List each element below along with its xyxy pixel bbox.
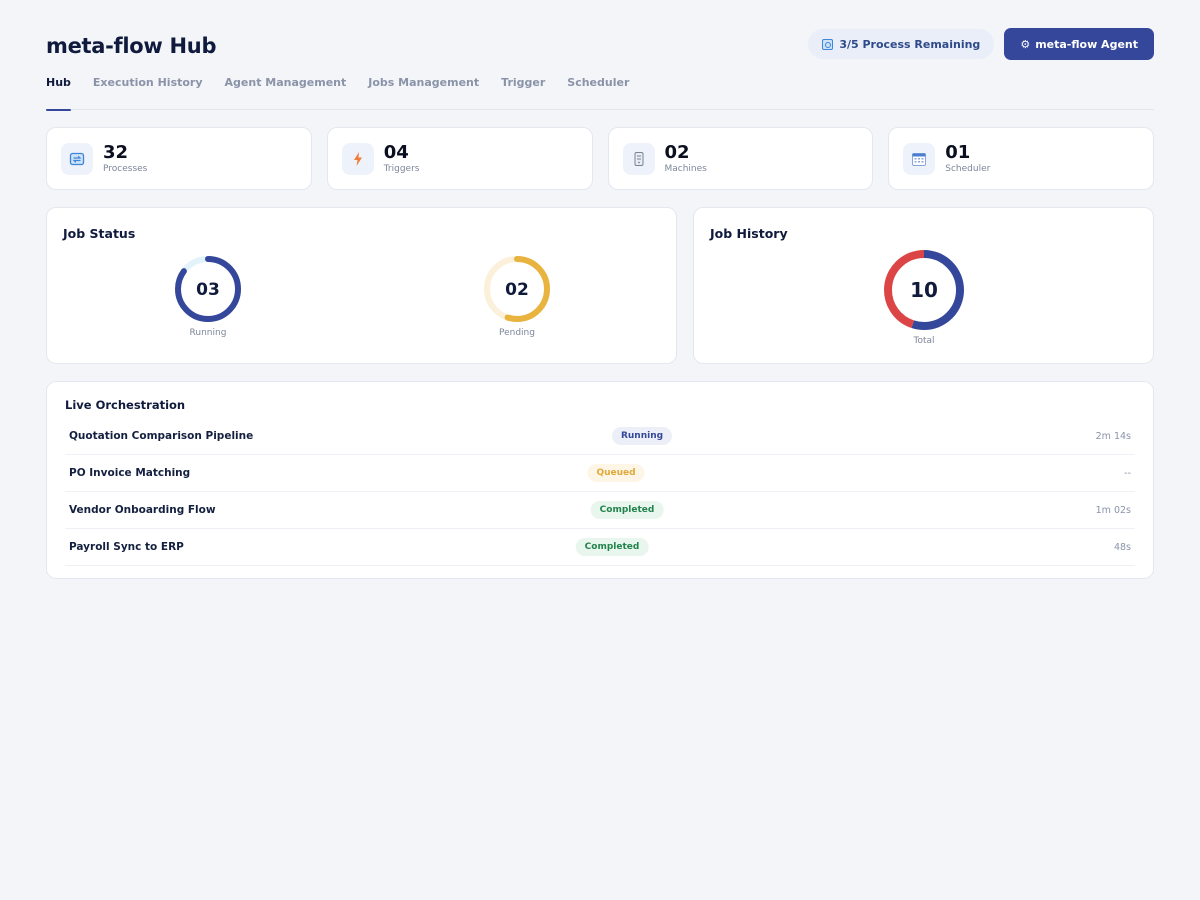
pending-count: 02 [505, 280, 529, 300]
pending-donut: 02 Pending [482, 254, 552, 338]
header: meta-flow Hub 3/5 Process Remaining ⚙ me… [46, 28, 1154, 60]
orchestration-row[interactable]: Payroll Sync to ERP Completed 48s [65, 529, 1135, 566]
stat-label: Machines [664, 164, 707, 174]
stat-value: 32 [103, 142, 129, 163]
running-donut: 03 Running [173, 254, 243, 338]
tab-agent-management[interactable]: Agent Management [225, 74, 347, 110]
orchestration-row[interactable]: PO Invoice Matching Queued -- [65, 455, 1135, 492]
pending-donut-chart: 02 [484, 256, 550, 322]
server-icon [622, 142, 655, 175]
lightning-icon [341, 142, 374, 175]
panel-title: Job Status [63, 226, 136, 241]
calendar-icon [903, 142, 936, 175]
elapsed-time: 1m 02s [1095, 504, 1131, 516]
stat-card-machines[interactable]: 02 Machines [607, 127, 874, 190]
stat-value: 01 [945, 142, 971, 163]
running-label: Running [189, 328, 227, 338]
orchestration-row[interactable]: Quotation Comparison Pipeline Running 2m… [65, 418, 1135, 455]
history-label: Total [913, 336, 935, 346]
pending-label: Pending [499, 328, 535, 338]
orchestration-list: Quotation Comparison Pipeline Running 2m… [65, 418, 1135, 566]
job-history-panel: Job History 10 Total [693, 207, 1154, 364]
gear-icon: ⚙ [1020, 37, 1031, 51]
status-badge: Completed [575, 538, 649, 556]
history-total: 10 [910, 278, 938, 302]
panel-title: Job History [710, 226, 788, 241]
job-name: Payroll Sync to ERP [69, 541, 184, 553]
elapsed-time: 48s [1113, 541, 1131, 553]
tab-trigger[interactable]: Trigger [501, 74, 545, 110]
status-badge: Queued [587, 464, 645, 482]
stat-card-scheduler[interactable]: 01 Scheduler [888, 127, 1154, 190]
job-name: Vendor Onboarding Flow [69, 504, 216, 516]
stat-value: 02 [664, 142, 690, 163]
history-donut: 10 Total [882, 248, 966, 346]
elapsed-time: -- [1124, 467, 1131, 479]
tab-scheduler[interactable]: Scheduler [567, 74, 629, 110]
history-donut-chart: 10 [884, 250, 964, 330]
running-donut-chart: 03 [175, 256, 241, 322]
stat-label: Scheduler [945, 164, 991, 174]
status-badge: Running [611, 427, 673, 445]
orchestration-row[interactable]: Vendor Onboarding Flow Completed 1m 02s [65, 492, 1135, 529]
stat-card-triggers[interactable]: 04 Triggers [326, 127, 593, 190]
process-quota-badge: 3/5 Process Remaining [808, 29, 995, 59]
meta-flow-agent-button[interactable]: ⚙ meta-flow Agent [1004, 28, 1154, 60]
stat-card-processes[interactable]: 32 Processes [46, 127, 312, 190]
tab-jobs-management[interactable]: Jobs Management [368, 74, 479, 110]
stat-value: 04 [383, 142, 409, 163]
tab-bar: Hub Execution History Agent Management J… [46, 74, 1154, 111]
live-orchestration-panel: Live Orchestration Quotation Comparison … [46, 381, 1154, 579]
stat-cards: 32 Processes 04 Triggers 02 Machines 01 … [46, 127, 1154, 190]
agent-button-label: meta-flow Agent [1035, 37, 1138, 51]
page-title: meta-flow Hub [46, 34, 217, 58]
processes-icon [61, 142, 93, 175]
stat-label: Triggers [383, 164, 420, 174]
tab-execution-history[interactable]: Execution History [93, 74, 203, 110]
job-name: Quotation Comparison Pipeline [69, 430, 254, 442]
running-count: 03 [196, 280, 220, 300]
hub-page: meta-flow Hub 3/5 Process Remaining ⚙ me… [46, 28, 1154, 579]
status-badge: Completed [590, 501, 664, 519]
job-status-panel: Job Status 03 Running 02 Pending [46, 207, 677, 364]
stat-label: Processes [103, 164, 148, 174]
charts-row: Job Status 03 Running 02 Pending Job His… [46, 207, 1154, 364]
elapsed-time: 2m 14s [1095, 430, 1131, 442]
panel-title: Live Orchestration [65, 398, 186, 412]
job-name: PO Invoice Matching [69, 467, 191, 479]
quota-icon [822, 38, 834, 50]
quota-label: 3/5 Process Remaining [839, 37, 981, 51]
header-actions: 3/5 Process Remaining ⚙ meta-flow Agent [808, 28, 1154, 60]
tab-hub[interactable]: Hub [46, 74, 71, 111]
